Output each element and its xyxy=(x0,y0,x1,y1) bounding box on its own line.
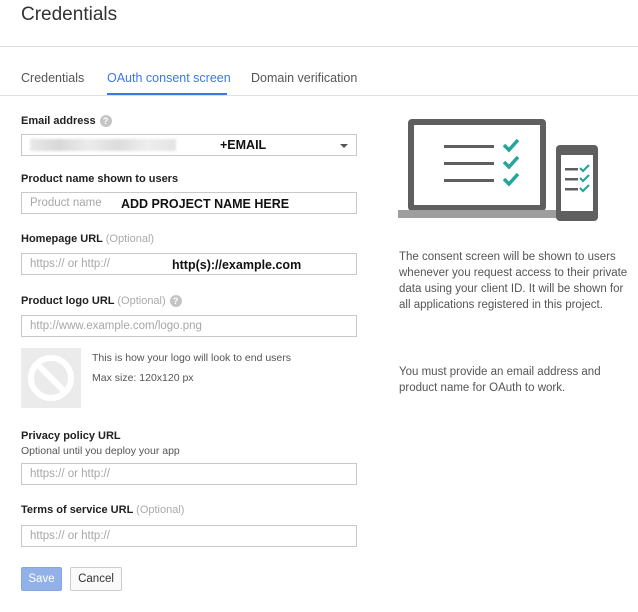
logo-preview-text: This is how your logo will look to end u… xyxy=(92,352,292,364)
product-logo-url-field[interactable]: http://www.example.com/logo.png xyxy=(21,315,357,337)
product-name-placeholder: Product name xyxy=(30,197,102,209)
terms-optional-tag: (Optional) xyxy=(136,504,185,516)
privacy-policy-sublabel: Optional until you deploy your app xyxy=(21,445,180,457)
product-name-value: ADD PROJECT NAME HERE xyxy=(121,197,290,211)
page-title: Credentials xyxy=(21,4,118,25)
product-name-label: Product name shown to users xyxy=(21,173,179,185)
email-value: +EMAIL xyxy=(220,138,267,152)
homepage-url-value: http(s)://example.com xyxy=(172,258,302,272)
tab-credentials[interactable]: Credentials xyxy=(21,71,84,85)
tabs-divider xyxy=(0,95,638,96)
help-icon[interactable]: ? xyxy=(99,115,112,128)
phone-screen xyxy=(561,155,593,211)
homepage-url-label-text: Homepage URL xyxy=(21,233,103,245)
privacy-policy-url-field[interactable]: https:// or http:// xyxy=(21,463,357,485)
terms-label-text: Terms of service URL xyxy=(21,504,134,516)
product-logo-url-placeholder: http://www.example.com/logo.png xyxy=(30,320,202,332)
logo-optional-tag: (Optional) xyxy=(117,295,166,307)
terms-of-service-label: Terms of service URL (Optional) xyxy=(21,504,184,516)
privacy-policy-placeholder: https:// or http:// xyxy=(30,468,110,480)
homepage-url-field[interactable]: https:// or http:// http(s)://example.co… xyxy=(21,253,357,275)
redacted-email xyxy=(30,139,176,151)
homepage-url-placeholder: https:// or http:// xyxy=(30,258,110,270)
product-name-field[interactable]: Product name ADD PROJECT NAME HERE xyxy=(21,192,357,214)
email-label: Email address? xyxy=(21,115,112,128)
privacy-policy-label: Privacy policy URL xyxy=(21,430,121,442)
chevron-down-icon[interactable] xyxy=(340,144,348,148)
terms-placeholder: https:// or http:// xyxy=(30,530,110,542)
logo-max-size-text: Max size: 120x120 px xyxy=(92,372,194,384)
tab-domain-verification[interactable]: Domain verification xyxy=(251,71,357,85)
consent-info-text: The consent screen will be shown to user… xyxy=(399,251,628,311)
help-icon[interactable]: ? xyxy=(169,295,182,308)
tab-oauth-consent-screen[interactable]: OAuth consent screen xyxy=(107,71,231,85)
logo-preview-box xyxy=(21,348,81,408)
product-logo-url-label-text: Product logo URL xyxy=(21,295,115,307)
email-select[interactable]: +EMAIL xyxy=(21,134,357,156)
no-image-icon xyxy=(28,355,74,401)
terms-of-service-url-field[interactable]: https:// or http:// xyxy=(21,525,357,547)
consent-screen-illustration xyxy=(398,119,598,221)
product-logo-url-label: Product logo URL (Optional)? xyxy=(21,295,182,308)
header-divider xyxy=(0,46,638,47)
laptop-base xyxy=(398,210,560,218)
email-label-text: Email address xyxy=(21,115,96,127)
homepage-optional-tag: (Optional) xyxy=(105,233,155,245)
cancel-button[interactable]: Cancel xyxy=(70,567,122,591)
save-button[interactable]: Save xyxy=(21,567,62,591)
requirement-info-text: You must provide an email address and pr… xyxy=(399,366,601,394)
homepage-url-label: Homepage URL (Optional) xyxy=(21,233,154,245)
